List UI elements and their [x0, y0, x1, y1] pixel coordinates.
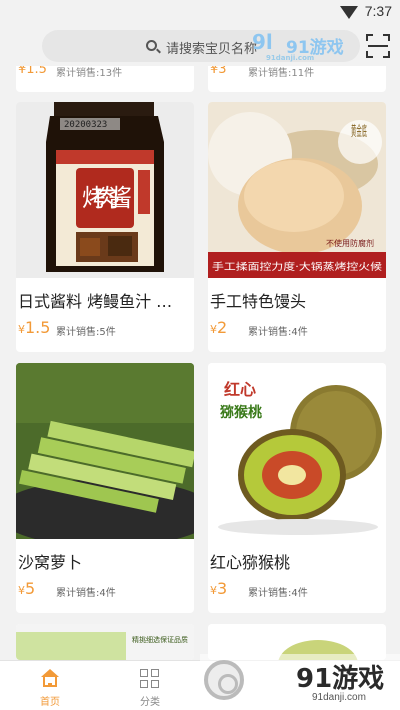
svg-text:手工揉面控力度·大锅蒸烤控火候: 手工揉面控力度·大锅蒸烤控火候: [212, 261, 383, 273]
product-price: ¥2: [210, 318, 228, 337]
search-placeholder: 请搜索宝贝名称: [166, 42, 258, 57]
product-card[interactable]: 20200323 烤肉酱 日式酱料 烤鳗鱼汁 … ¥1.5 累计销售:5件: [16, 102, 194, 352]
product-name: 手工特色馒头: [210, 292, 307, 311]
watermark-logo-bottom: 91游戏 91danji.com: [200, 654, 400, 710]
tab-home[interactable]: 首页: [15, 661, 85, 710]
category-icon: [140, 669, 160, 689]
status-bar: 7:37: [0, 0, 400, 26]
product-price: ¥5: [18, 579, 36, 598]
partial-product-card[interactable]: ¥1.5 累计销售:13件: [16, 66, 194, 92]
svg-text:精挑细选保证品质: 精挑细选保证品质: [132, 635, 188, 644]
tab-category[interactable]: 分类: [115, 661, 185, 710]
product-price: ¥1.5: [18, 318, 51, 337]
watermark-logo-top: 9l 91游戏 91danji.com: [252, 30, 344, 62]
svg-text:不使用防腐剂: 不使用防腐剂: [326, 238, 374, 248]
product-image: 红心 猕猴桃: [208, 363, 386, 539]
svg-text:烤肉酱: 烤肉酱: [82, 184, 132, 212]
product-image: 精挑细选保证品质: [16, 624, 194, 660]
product-sales: 累计销售:4件: [248, 588, 308, 599]
product-card[interactable]: 沙窝萝卜 ¥5 累计销售:4件: [16, 363, 194, 613]
product-sales: 累计销售:5件: [56, 327, 116, 338]
product-image: 黄金底 手工揉面控力度·大锅蒸烤控火候 不使用防腐剂: [208, 102, 386, 278]
svg-text:20200323: 20200323: [64, 120, 107, 130]
scan-icon[interactable]: [366, 34, 390, 58]
status-time: 7:37: [364, 3, 392, 19]
home-icon: [40, 669, 60, 687]
svg-text:黄金底: 黄金底: [351, 123, 367, 140]
product-name: 日式酱料 烤鳗鱼汁 …: [18, 292, 173, 311]
product-card[interactable]: 黄金底 手工揉面控力度·大锅蒸烤控火候 不使用防腐剂 手工特色馒头 ¥2 累计销…: [208, 102, 386, 352]
tab-home-label: 首页: [40, 697, 60, 708]
partial-product-card[interactable]: 精挑细选保证品质: [16, 624, 194, 660]
product-name: 沙窝萝卜: [18, 553, 83, 572]
svg-text:猕猴桃: 猕猴桃: [219, 404, 262, 421]
partial-product-card[interactable]: ¥3 累计销售:11件: [208, 66, 386, 92]
wifi-icon: [340, 6, 358, 19]
product-image: 20200323 烤肉酱: [16, 102, 194, 278]
product-card[interactable]: 红心 猕猴桃 红心猕猴桃 ¥3 累计销售:4件: [208, 363, 386, 613]
product-sales: 累计销售:4件: [248, 327, 308, 338]
watermark-emblem-icon: [204, 660, 244, 700]
product-price: ¥3: [210, 579, 228, 598]
product-name: 红心猕猴桃: [210, 553, 291, 572]
tab-category-label: 分类: [140, 697, 160, 708]
search-icon: [146, 40, 157, 51]
product-sales: 累计销售:4件: [56, 588, 116, 599]
svg-text:红心: 红心: [224, 380, 256, 399]
product-image: [16, 363, 194, 539]
